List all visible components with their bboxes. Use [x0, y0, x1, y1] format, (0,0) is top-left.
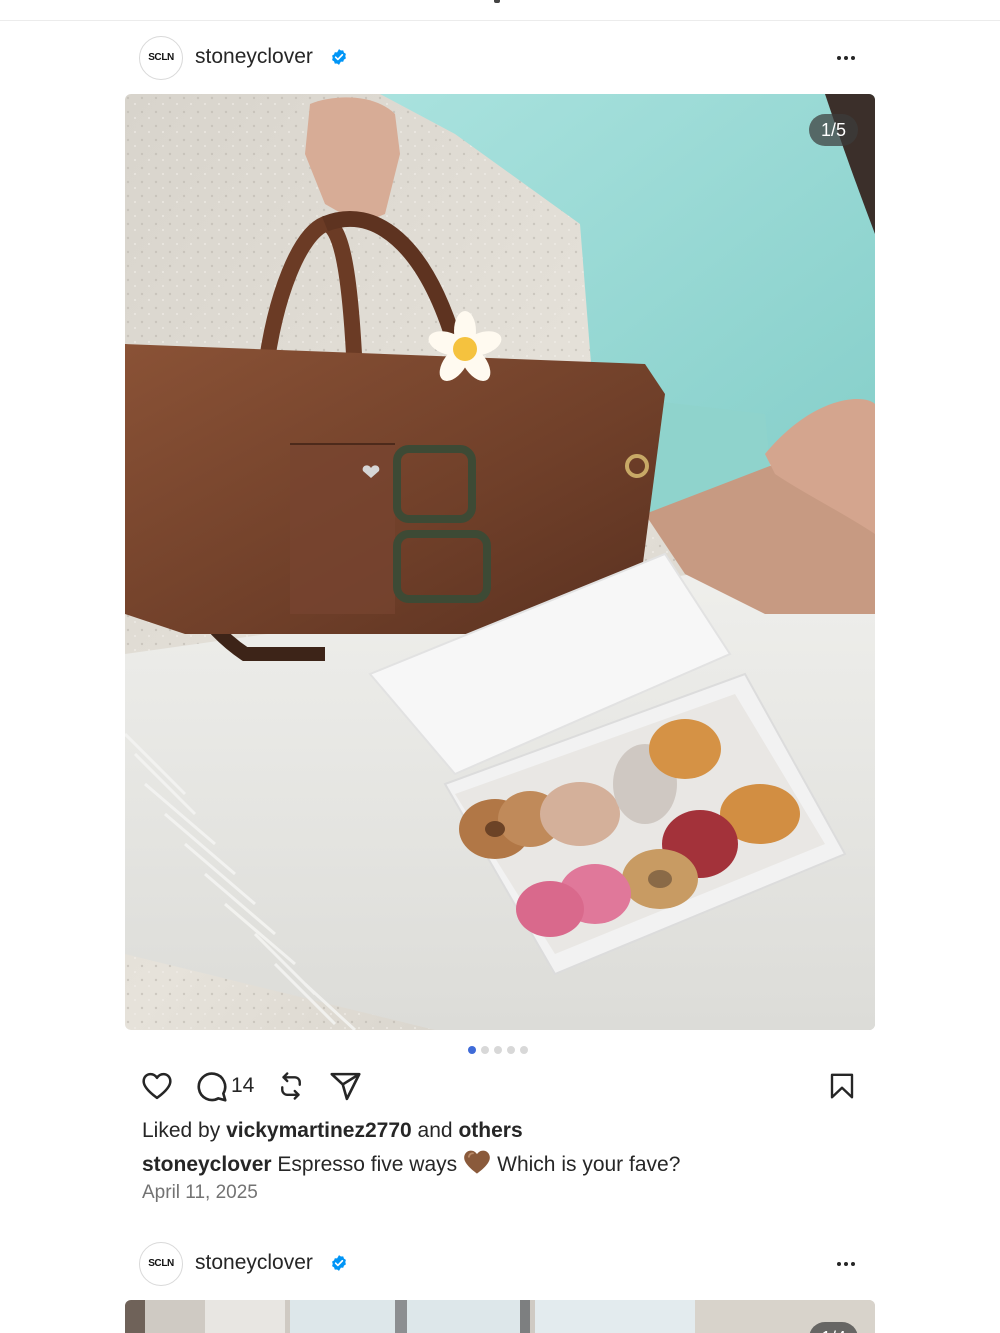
liked-by-and: and	[417, 1119, 453, 1142]
post-header: SC LN stoneyclover	[125, 33, 875, 83]
brown-heart-icon	[463, 1149, 491, 1181]
heart-icon	[142, 1072, 172, 1100]
verified-badge-icon	[330, 1254, 348, 1272]
more-icon	[837, 56, 841, 60]
username[interactable]: stoneyclover	[195, 1251, 313, 1275]
like-button[interactable]	[140, 1068, 174, 1104]
more-icon	[837, 1262, 841, 1266]
caption-text-question: Which is your fave?	[497, 1153, 681, 1176]
slide-counter: 1/4	[808, 1322, 858, 1333]
save-button[interactable]	[827, 1068, 857, 1104]
post-date: April 11, 2025	[142, 1182, 258, 1203]
liked-by-username[interactable]: vickymartinez2770	[226, 1119, 412, 1142]
comment-count: 14	[231, 1074, 255, 1097]
post-photo-illustration	[125, 1300, 875, 1333]
top-bar-title-fragment	[494, 0, 500, 3]
avatar-logo-text: SC LN	[148, 52, 174, 63]
post-photo-illustration	[125, 94, 875, 1030]
post-actions: 14	[125, 1068, 875, 1106]
carousel-dot[interactable]	[481, 1046, 489, 1054]
carousel-dot[interactable]	[507, 1046, 515, 1054]
carousel-dot[interactable]	[520, 1046, 528, 1054]
caption-text: Espresso five ways	[277, 1153, 458, 1176]
more-options-button[interactable]	[831, 1251, 861, 1277]
comment-icon	[197, 1071, 227, 1102]
send-icon	[330, 1072, 361, 1100]
carousel-dot-active[interactable]	[468, 1046, 476, 1054]
post-caption: stoneyclover Espresso five ways Which is …	[142, 1149, 680, 1181]
likes-summary: Liked by vickymartinez2770 and others	[142, 1119, 523, 1143]
post-image[interactable]: 1/5	[125, 94, 875, 1030]
liked-by-others[interactable]: others	[458, 1119, 522, 1142]
avatar[interactable]: SC LN	[139, 1242, 183, 1286]
avatar[interactable]: SC LN	[139, 36, 183, 80]
liked-by-prefix: Liked by	[142, 1119, 221, 1142]
repost-icon	[281, 1072, 301, 1100]
slide-counter: 1/5	[808, 114, 858, 146]
bookmark-icon	[830, 1073, 854, 1099]
more-options-button[interactable]	[831, 45, 861, 71]
post-image[interactable]: 1/4	[125, 1300, 875, 1333]
caption-username[interactable]: stoneyclover	[142, 1153, 272, 1176]
username[interactable]: stoneyclover	[195, 45, 313, 69]
repost-button[interactable]	[276, 1068, 306, 1104]
comment-button[interactable]: 14	[195, 1068, 254, 1104]
verified-badge-icon	[330, 48, 348, 66]
share-button[interactable]	[329, 1068, 362, 1104]
top-bar	[0, 0, 1000, 21]
avatar-logo-text: SC LN	[148, 1258, 174, 1269]
carousel-indicator	[468, 1045, 528, 1055]
post-header: SC LN stoneyclover	[125, 1239, 875, 1289]
carousel-dot[interactable]	[494, 1046, 502, 1054]
